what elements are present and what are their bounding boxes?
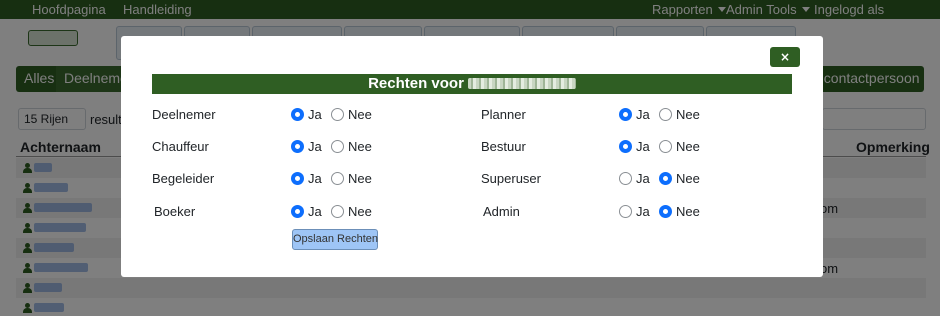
- radio-yes-label: Ja: [636, 171, 650, 186]
- radio-no[interactable]: [659, 108, 672, 121]
- save-permissions-button[interactable]: Opslaan Rechten: [292, 229, 378, 250]
- permission-label: Chauffeur: [152, 139, 209, 154]
- radio-no[interactable]: [331, 108, 344, 121]
- radio-no[interactable]: [659, 140, 672, 153]
- radio-group-bestuur: Ja Nee: [619, 139, 709, 156]
- radio-no[interactable]: [659, 172, 672, 185]
- radio-group-chauffeur: Ja Nee: [291, 139, 381, 156]
- radio-group-boeker: Ja Nee: [291, 204, 381, 221]
- close-button[interactable]: ×: [770, 47, 800, 67]
- permission-label: Deelnemer: [152, 107, 216, 122]
- radio-group-deelnemer: Ja Nee: [291, 107, 381, 124]
- radio-yes-label: Ja: [308, 139, 322, 154]
- radio-no-label: Nee: [348, 204, 372, 219]
- radio-group-superuser: Ja Nee: [619, 171, 709, 188]
- radio-no-label: Nee: [348, 139, 372, 154]
- radio-no-label: Nee: [676, 139, 700, 154]
- permission-label: Boeker: [154, 204, 196, 219]
- radio-group-admin: Ja Nee: [619, 204, 709, 221]
- redacted-name: [467, 78, 576, 89]
- radio-yes-label: Ja: [308, 107, 322, 122]
- radio-yes[interactable]: [619, 205, 632, 218]
- radio-yes[interactable]: [619, 108, 632, 121]
- radio-group-planner: Ja Nee: [619, 107, 709, 124]
- radio-yes-label: Ja: [636, 204, 650, 219]
- radio-group-begeleider: Ja Nee: [291, 171, 381, 188]
- permission-label: Bestuur: [481, 139, 526, 154]
- radio-yes[interactable]: [291, 140, 304, 153]
- radio-no[interactable]: [659, 205, 672, 218]
- radio-yes[interactable]: [291, 108, 304, 121]
- radio-no[interactable]: [331, 140, 344, 153]
- radio-no[interactable]: [331, 172, 344, 185]
- radio-no-label: Nee: [676, 107, 700, 122]
- modal-title: Rechten voor: [368, 75, 464, 92]
- radio-no-label: Nee: [348, 107, 372, 122]
- radio-no-label: Nee: [348, 171, 372, 186]
- radio-no[interactable]: [331, 205, 344, 218]
- radio-yes[interactable]: [619, 172, 632, 185]
- permission-label: Superuser: [481, 171, 541, 186]
- radio-no-label: Nee: [676, 171, 700, 186]
- radio-yes[interactable]: [619, 140, 632, 153]
- radio-yes-label: Ja: [308, 171, 322, 186]
- permission-label: Admin: [483, 204, 520, 219]
- radio-yes-label: Ja: [636, 107, 650, 122]
- radio-yes-label: Ja: [308, 204, 322, 219]
- permissions-modal: × Rechten voor Deelnemer Ja Nee Chauffeu…: [121, 36, 823, 277]
- permission-label: Planner: [481, 107, 526, 122]
- radio-yes[interactable]: [291, 205, 304, 218]
- radio-yes-label: Ja: [636, 139, 650, 154]
- radio-no-label: Nee: [676, 204, 700, 219]
- modal-title-bar: Rechten voor: [152, 74, 792, 94]
- radio-yes[interactable]: [291, 172, 304, 185]
- permission-label: Begeleider: [152, 171, 215, 186]
